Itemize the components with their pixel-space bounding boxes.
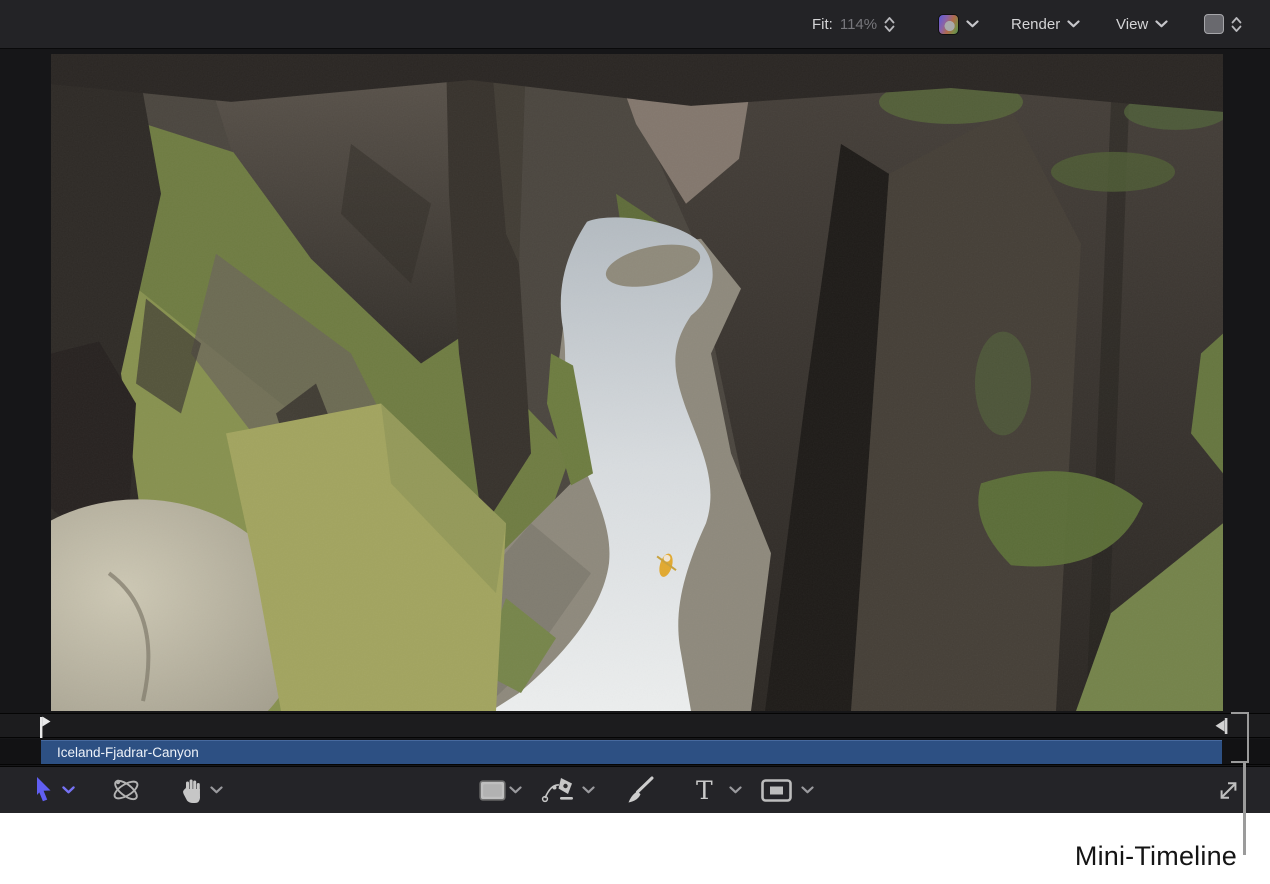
layout-stepper-icon [1231, 16, 1242, 33]
expand-timeline-button[interactable] [1216, 767, 1241, 813]
select-tool-dropdown[interactable] [62, 767, 75, 813]
pan-tool[interactable] [179, 767, 205, 813]
bezier-tool[interactable] [541, 767, 579, 813]
pan-hand-icon [179, 777, 205, 804]
range-end-marker-icon[interactable] [1214, 717, 1231, 735]
zoom-percent-value: 114% [840, 16, 877, 33]
mask-tool[interactable] [761, 767, 792, 813]
paint-brush-icon [625, 775, 656, 805]
zoom-level-control[interactable]: Fit: 114% [812, 0, 895, 48]
color-channels-icon [938, 14, 959, 35]
pan-tool-dropdown[interactable] [210, 767, 223, 813]
render-label: Render [1011, 16, 1060, 33]
render-dropdown[interactable]: Render [1011, 0, 1080, 48]
chevron-down-icon [801, 786, 814, 794]
chevron-down-icon [1067, 20, 1080, 28]
chevron-down-icon [210, 786, 223, 794]
mini-timeline-track: Iceland-Fjadrar-Canyon [0, 739, 1270, 765]
callout-label: Mini-Timeline [1075, 841, 1237, 872]
window-layout-icon [1204, 14, 1224, 34]
view-dropdown[interactable]: View [1116, 0, 1168, 48]
3d-transform-orbit-icon [110, 775, 142, 805]
view-label: View [1116, 16, 1148, 33]
motion-canvas-window: Fit: 114% Render View [0, 0, 1270, 813]
channels-dropdown[interactable] [938, 0, 979, 48]
callout-line [1243, 763, 1246, 855]
rectangle-tool-dropdown[interactable] [509, 767, 522, 813]
mini-timeline-clip[interactable]: Iceland-Fjadrar-Canyon [41, 740, 1222, 764]
text-tool-dropdown[interactable] [729, 767, 742, 813]
window-layout-control[interactable] [1204, 0, 1242, 48]
chevron-down-icon [729, 786, 742, 794]
mini-timeline-ruler[interactable] [0, 713, 1270, 738]
canvas-image-iceland-canyon [51, 54, 1223, 711]
3d-transform-tool[interactable] [110, 767, 142, 813]
bezier-tool-dropdown[interactable] [582, 767, 595, 813]
rectangle-tool[interactable] [479, 767, 506, 813]
mask-tool-dropdown[interactable] [801, 767, 814, 813]
chevron-down-icon [1155, 20, 1168, 28]
tools-toolbar: T [0, 766, 1270, 813]
playhead-icon[interactable] [36, 716, 52, 739]
bezier-pen-icon [541, 776, 579, 804]
image-mask-icon [761, 779, 792, 802]
zoom-fit-label: Fit: [812, 16, 833, 33]
select-tool[interactable] [33, 767, 55, 813]
rectangle-shape-icon [479, 780, 506, 801]
canvas-area[interactable] [0, 50, 1270, 713]
chevron-down-icon [582, 786, 595, 794]
text-tool[interactable]: T [696, 767, 713, 813]
chevron-down-icon [966, 20, 979, 28]
clip-label: Iceland-Fjadrar-Canyon [57, 745, 199, 760]
zoom-stepper-icon[interactable] [884, 16, 895, 33]
chevron-down-icon [62, 786, 75, 794]
canvas-toolbar: Fit: 114% Render View [0, 0, 1270, 49]
callout-bracket [1231, 712, 1249, 763]
text-tool-icon: T [696, 778, 713, 803]
expand-diagonal-icon [1216, 778, 1241, 803]
paint-stroke-tool[interactable] [625, 767, 656, 813]
select-arrow-icon [33, 776, 55, 804]
chevron-down-icon [509, 786, 522, 794]
